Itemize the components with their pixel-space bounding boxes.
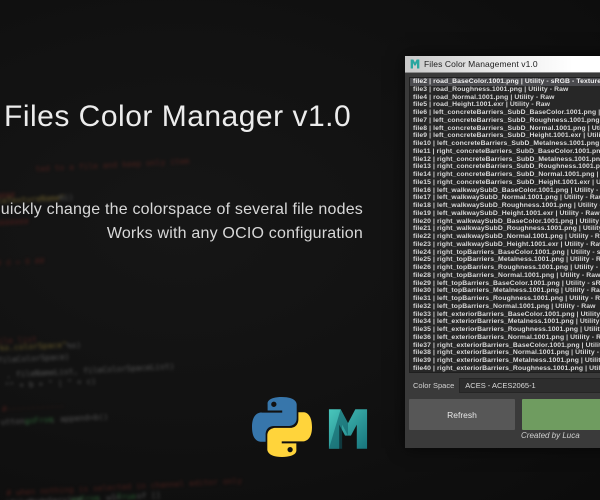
button-row: Refresh: [409, 399, 600, 430]
code-fragment: utton,: [0, 416, 30, 427]
file-row[interactable]: file25 | right_topBarriers_Metalness.100…: [410, 256, 600, 264]
file-row[interactable]: file20 | right_walkwaySubD_BaseColor.100…: [410, 218, 600, 226]
hero-subtitle-line2: Works with any OCIO configuration: [106, 225, 363, 242]
file-row[interactable]: file23 | right_walkwaySubD_Height.1001.e…: [410, 241, 600, 249]
file-row[interactable]: file4 | road_Normal.1001.png | Utility -…: [410, 94, 600, 102]
code-fragment: of []: [136, 490, 161, 500]
file-row[interactable]: file26 | right_topBarriers_Roughness.100…: [410, 264, 600, 272]
file-row[interactable]: file19 | left_walkwaySubD_Height.1001.ex…: [410, 210, 600, 218]
window-titlebar[interactable]: Files Color Management v1.0: [405, 56, 600, 73]
code-fragment: goFrom: [70, 493, 100, 500]
file-row[interactable]: file11 | right_concreteBarriers_SubD_Bas…: [410, 148, 600, 156]
refresh-button[interactable]: Refresh: [409, 399, 515, 430]
code-fragment: , fileNameList, fileColorSpaceList): [5, 361, 175, 380]
file-row[interactable]: file2 | road_BaseColor.1001.png | Utilit…: [410, 78, 600, 86]
file-row[interactable]: file21 | right_walkwaySubD_Roughness.100…: [410, 225, 600, 233]
file-row[interactable]: file6 | left_concreteBarriers_SubD_BaseC…: [410, 109, 600, 117]
code-fragment: (fileNodeService,: [5, 495, 87, 500]
files-color-management-window: Files Color Management v1.0 file2 | road…: [405, 56, 600, 448]
file-row[interactable]: file15 | right_concreteBarriers_SubD_Hei…: [410, 179, 600, 187]
file-row[interactable]: file16 | left_walkwaySubD_BaseColor.1001…: [410, 187, 600, 195]
file-row[interactable]: file5 | road_Height.1001.exr | Utility -…: [410, 101, 600, 109]
hero-subtitle-line1: Quickly change the colorspace of several…: [0, 201, 363, 218]
file-row[interactable]: file40 | right_exteriorBarriers_Roughnes…: [410, 365, 600, 372]
window-body: file2 | road_BaseColor.1001.png | Utilit…: [405, 73, 600, 448]
file-row[interactable]: file28 | right_topBarriers_Normal.1001.p…: [410, 272, 600, 280]
color-space-row: Color Space ACES - ACES2065-1: [409, 378, 600, 393]
file-row[interactable]: file14 | right_concreteBarriers_SubD_Nor…: [410, 171, 600, 179]
file-row[interactable]: file36 | left_exteriorBarriers_Normal.10…: [410, 334, 600, 342]
file-row[interactable]: file38 | right_exteriorBarriers_Normal.1…: [410, 349, 600, 357]
color-space-label: Color Space: [413, 381, 455, 390]
code-fragment: # d = 0 ##: [0, 256, 45, 268]
file-row[interactable]: file35 | left_exteriorBarriers_Roughness…: [410, 326, 600, 334]
file-row[interactable]: file24 | right_topBarriers_BaseColor.100…: [410, 249, 600, 257]
promo-canvas: ted to a file and keep only item ##### "fi…: [0, 0, 600, 500]
file-row[interactable]: file37 | right_exteriorBarriers_BaseColo…: [410, 342, 600, 350]
code-fragment: #------------: [1, 401, 65, 414]
code-fragment: #####: [0, 190, 16, 202]
code-fragment: # when nothing is selected in channel ed…: [6, 476, 243, 498]
code-fragment: fileColorSpace): [0, 352, 70, 365]
credit-text: Created by Luca: [521, 431, 580, 440]
file-row[interactable]: file9 | left_concreteBarriers_SubD_Heigh…: [410, 132, 600, 140]
code-fragment: %s): [66, 340, 82, 351]
code-fragment: True: [116, 491, 137, 500]
code-fragment: ile list: [0, 334, 38, 346]
file-row[interactable]: file7 | left_concreteBarriers_SubD_Rough…: [410, 117, 600, 125]
python-logo-icon: [252, 397, 312, 457]
code-fragment: , append=b(): [50, 412, 109, 425]
file-row[interactable]: file12 | right_concreteBarriers_SubD_Met…: [410, 156, 600, 164]
apply-green-button[interactable]: [522, 399, 600, 430]
file-row[interactable]: file39 | right_exteriorBarriers_Metalnes…: [410, 357, 600, 365]
code-fragment: goFrom: [24, 415, 54, 426]
color-space-select[interactable]: ACES - ACES2065-1: [459, 378, 600, 393]
file-row[interactable]: file13 | right_concreteBarriers_SubD_Rou…: [410, 163, 600, 171]
code-fragment: ted to a file and keep only item: [35, 156, 190, 174]
file-row[interactable]: file22 | right_walkwaySubD_Normal.1001.p…: [410, 233, 600, 241]
file-row[interactable]: file34 | left_exteriorBarriers_Metalness…: [410, 318, 600, 326]
file-row[interactable]: file8 | left_concreteBarriers_SubD_Norma…: [410, 125, 600, 133]
code-fragment: "" + b + " | " + c): [4, 376, 97, 391]
window-footer: Created by Luca: [409, 430, 600, 444]
file-row[interactable]: file32 | left_topBarriers_Normal.1001.pn…: [410, 303, 600, 311]
code-fragment: "ko.colorSpace": [0, 340, 68, 354]
file-row[interactable]: file18 | left_walkwaySubD_Roughness.1001…: [410, 202, 600, 210]
maya-logo-icon: [328, 409, 368, 449]
file-row[interactable]: file3 | road_Roughness.1001.png | Utilit…: [410, 86, 600, 94]
file-row[interactable]: file33 | left_exteriorBarriers_BaseColor…: [410, 311, 600, 319]
file-row[interactable]: file31 | left_topBarriers_Roughness.1001…: [410, 295, 600, 303]
code-fragment: , w1=: [96, 492, 122, 500]
hero-title: Files Color Manager v1.0: [4, 100, 352, 133]
window-title: Files Color Management v1.0: [424, 59, 538, 69]
file-row[interactable]: file17 | left_walkwaySubD_Normal.1001.pn…: [410, 194, 600, 202]
maya-m-icon: [410, 59, 420, 69]
file-row[interactable]: file29 | left_topBarriers_BaseColor.1001…: [410, 280, 600, 288]
file-row[interactable]: file10 | left_concreteBarriers_SubD_Meta…: [410, 140, 600, 148]
file-list[interactable]: file2 | road_BaseColor.1001.png | Utilit…: [409, 77, 600, 373]
file-row[interactable]: file30 | left_topBarriers_Metalness.1001…: [410, 287, 600, 295]
